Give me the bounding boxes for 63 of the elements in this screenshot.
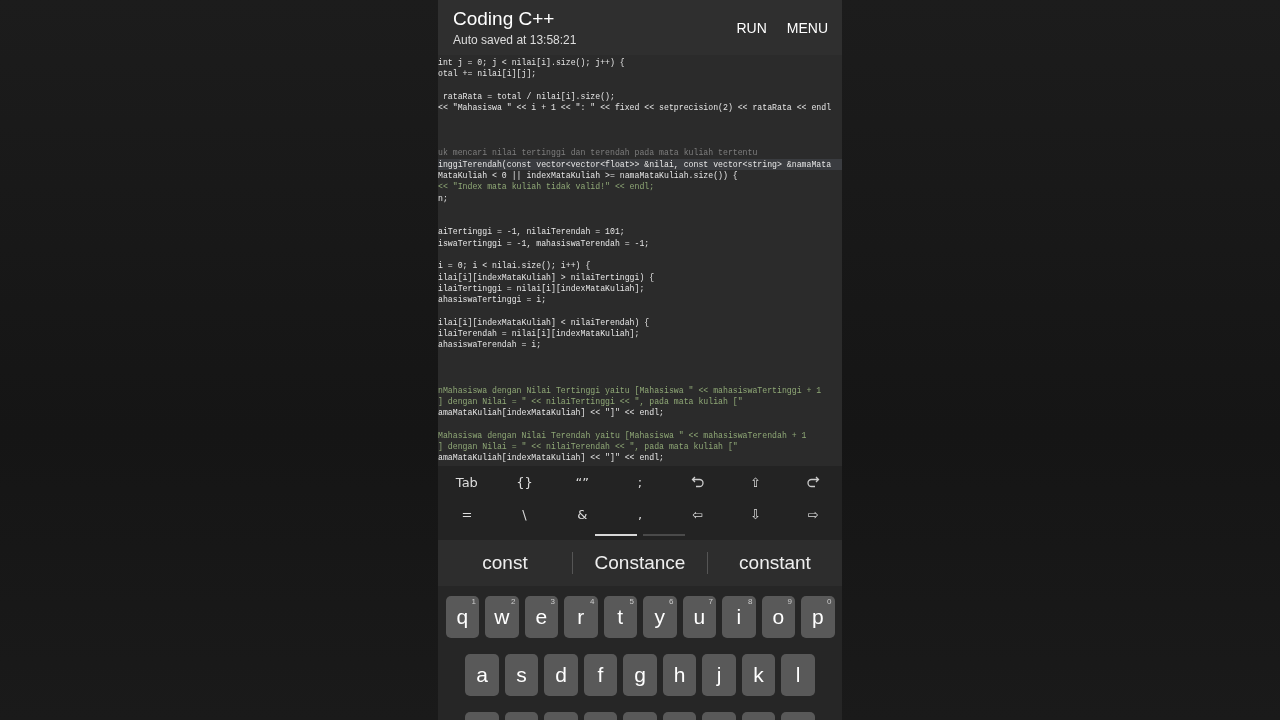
extra-key[interactable]: Tab: [455, 474, 478, 490]
extra-key[interactable]: =: [461, 506, 473, 522]
code-line: i = 0; i < nilai.size(); i++) {: [438, 260, 591, 272]
word-suggestion[interactable]: constant: [708, 551, 842, 575]
keyboard-key[interactable]: l: [781, 654, 815, 696]
extra-key[interactable]: ⇦: [692, 506, 704, 522]
keyboard-key[interactable]: f: [583, 654, 618, 696]
code-line: n;: [438, 192, 448, 204]
keyboard-key[interactable]: 6 y: [643, 596, 677, 638]
code-line: ] dengan Nilai = " << nilaiTerendah << ", pada mata kuliah [": [438, 441, 738, 453]
code-line: ahasiswaTertinggi = i;: [438, 294, 547, 306]
code-line: Mahasiswa dengan Nilai Terendah yaitu [Mahasiswa " << mahasiswaTerendah + 1: [438, 429, 807, 442]
code-line: uk mencari nilai tertinggi dan terendah pada mata kuliah tertentu: [438, 147, 758, 159]
code-line: amaMataKuliah[indexMataKuliah] << "]" << endl;: [438, 452, 664, 464]
extra-key[interactable]: &: [577, 506, 588, 522]
keyboard-key[interactable]: d: [544, 654, 578, 696]
code-line: ] dengan Nilai = " << nilaiTertinggi << ", pada mata kuliah [": [438, 395, 743, 408]
code-line: otal += nilai[i][j];: [438, 68, 537, 80]
undo-icon[interactable]: [690, 475, 705, 489]
keyboard-key[interactable]: 4 r: [564, 596, 598, 638]
extra-key[interactable]: ;: [637, 474, 643, 490]
toolbar-action[interactable]: RUN: [733, 15, 770, 40]
code-line: amaMataKuliah[indexMataKuliah] << "]" << endl;: [438, 407, 664, 419]
keyboard-key[interactable]: 9 o: [761, 596, 795, 638]
keyboard-key[interactable]: j: [702, 654, 736, 696]
keyboard-key[interactable]: 0 p: [801, 596, 835, 638]
extra-key[interactable]: ,: [637, 506, 643, 522]
code-line: MataKuliah < 0 || indexMataKuliah >= namaMataKuliah.size()) {: [438, 169, 738, 182]
keyboard-key[interactable]: a: [465, 654, 499, 696]
code-line: rataRata = total / nilai[i].size();: [441, 90, 615, 103]
extra-key[interactable]: ⇨: [807, 506, 819, 522]
keyboard-key[interactable]: 7 u: [682, 596, 716, 638]
extra-key[interactable]: \: [522, 506, 527, 522]
toolbar-action[interactable]: MENU: [783, 15, 831, 40]
code-line: ilaiTertinggi = nilai[i][indexMataKuliah];: [438, 282, 645, 295]
keyboard-key[interactable]: 1 q: [445, 596, 479, 638]
extra-key[interactable]: ⇩: [749, 506, 761, 522]
extra-key[interactable]: {}: [516, 474, 533, 490]
keyboard-key[interactable]: 2 w: [485, 596, 519, 638]
code-line: << "Mahasiswa " << i + 1 << ": " << fixed << setprecision(2) << rataRata << endl: [438, 102, 832, 114]
autosave-status: Auto saved at 13:58:21: [453, 33, 577, 47]
keyboard-key[interactable]: s: [504, 654, 539, 696]
keyboard-key[interactable]: h: [662, 654, 697, 696]
extra-key[interactable]: “”: [575, 474, 589, 490]
code-line: ahasiswaTerendah = i;: [438, 339, 542, 351]
extra-key[interactable]: ⇧: [749, 474, 761, 490]
code-line: ilaiTerendah = nilai[i][indexMataKuliah];: [438, 328, 640, 340]
code-line: ilai[i][indexMataKuliah] < nilaiTerendah) {: [438, 316, 650, 329]
keyboard-key[interactable]: k: [741, 654, 776, 696]
code-line: << "Index mata kuliah tidak valid!" << endl;: [438, 181, 655, 193]
code-line: nMahasiswa dengan Nilai Tertinggi yaitu [Mahasiswa " << mahasiswaTertinggi + 1: [438, 384, 822, 396]
code-line: aiTertinggi = -1, nilaiTerendah = 101;: [438, 226, 625, 238]
word-suggestion[interactable]: const: [438, 551, 572, 575]
word-suggestion[interactable]: Constance: [573, 551, 707, 575]
keyboard-key[interactable]: 8 i: [722, 596, 756, 638]
keyboard-key[interactable]: g: [623, 654, 657, 696]
code-line: iswaTertinggi = -1, mahasiswaTerendah = -1;: [438, 237, 650, 250]
keyboard-key[interactable]: 5 t: [603, 596, 637, 638]
app-title: Coding C++: [453, 8, 556, 30]
code-line: int j = 0; j < nilai[i].size(); j++) {: [438, 57, 625, 69]
code-line: ilai[i][indexMataKuliah] > nilaiTertinggi) {: [438, 271, 655, 283]
keyboard-key[interactable]: 3 e: [524, 596, 558, 638]
redo-icon[interactable]: [806, 475, 821, 489]
